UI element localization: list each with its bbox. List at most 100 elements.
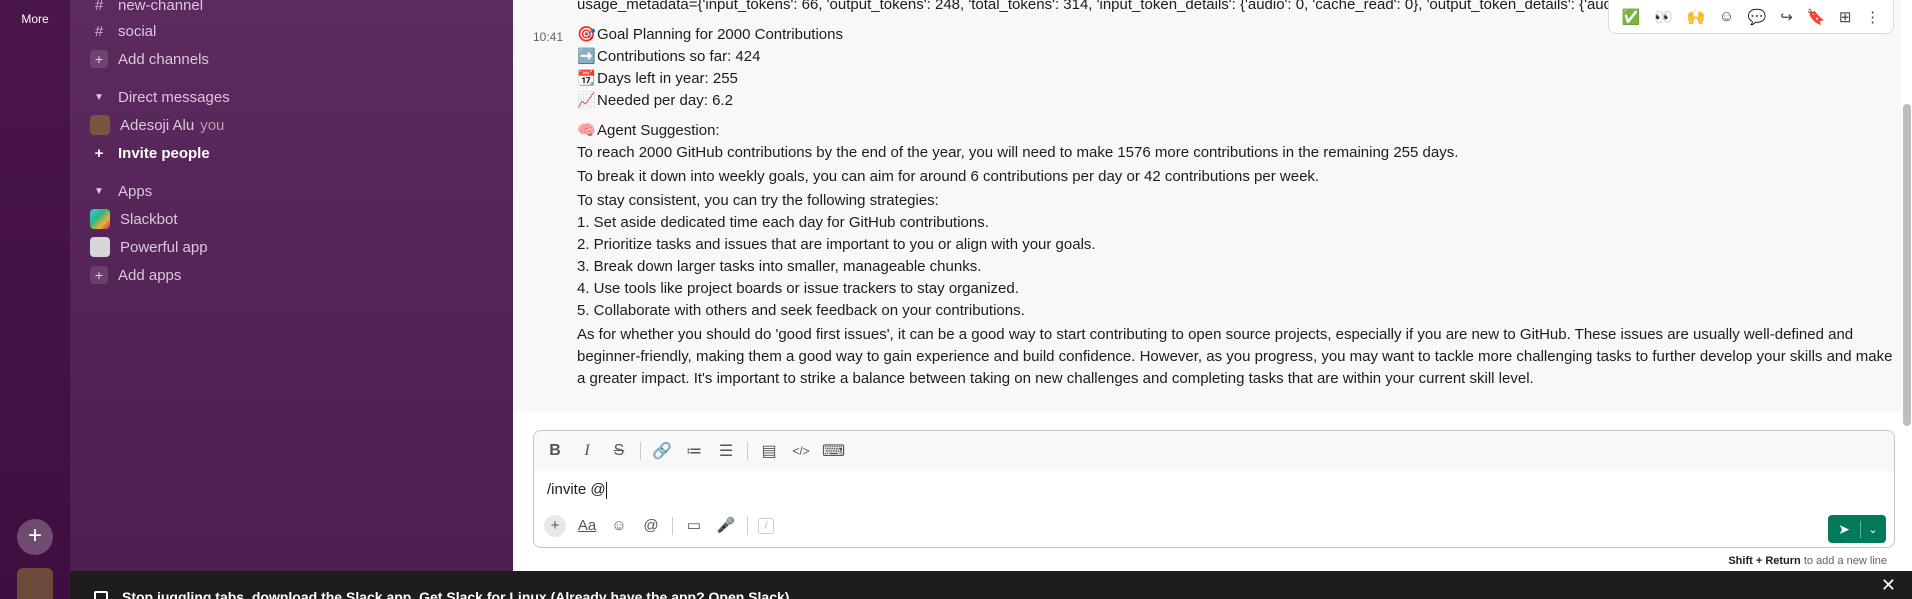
add-apps-label: Add apps xyxy=(118,266,182,284)
composer-actions: + Aa ☺ @ ▭ 🎤 / xyxy=(544,515,774,537)
brain-icon: 🧠 xyxy=(577,122,596,139)
paragraph: To stay consistent, you can try the foll… xyxy=(577,192,939,209)
dm-item-self[interactable]: Adesoji Alu you xyxy=(90,111,224,139)
checkbox-icon[interactable] xyxy=(94,591,108,599)
list-item: 4. Use tools like project boards or issu… xyxy=(577,280,1019,297)
user-avatar[interactable] xyxy=(17,568,53,599)
hint-key: Shift + Return xyxy=(1728,555,1801,567)
slash-command-icon[interactable]: / xyxy=(758,518,774,534)
check-reaction-icon[interactable]: ✅ xyxy=(1622,8,1641,26)
list-item: 2. Prioritize tasks and issues that are … xyxy=(577,236,1096,253)
message-composer: B I S 🔗 ≔ ☰ ▤ </> ⌨ /invite @ + Aa ☺ @ ▭… xyxy=(533,430,1895,548)
target-icon: 🎯 xyxy=(577,26,596,43)
paragraph: To reach 2000 GitHub contributions by th… xyxy=(577,144,1459,161)
add-channels-label: Add channels xyxy=(118,50,209,68)
plus-icon: + xyxy=(90,50,108,68)
arrow-right-icon: ➡️ xyxy=(577,48,596,65)
hash-icon: # xyxy=(94,22,104,40)
chevron-down-icon[interactable]: ⌄ xyxy=(1861,523,1885,536)
days-left: Days left in year: 255 xyxy=(597,70,738,87)
add-channels-button[interactable]: + Add channels xyxy=(90,45,209,73)
dm-user-name: Adesoji Alu xyxy=(120,116,195,134)
microphone-icon[interactable]: 🎤 xyxy=(715,515,737,537)
save-to-list-icon[interactable]: ⊞ xyxy=(1839,8,1852,26)
message-timestamp[interactable]: 10:41 xyxy=(533,26,563,48)
message-input[interactable]: /invite @ xyxy=(547,481,607,499)
message-line: 📆Days left in year: 255 xyxy=(577,68,1897,90)
formatting-toggle-icon[interactable]: Aa xyxy=(576,515,598,537)
app-label: Powerful app xyxy=(120,238,208,256)
paragraph: As for whether you should do 'good first… xyxy=(577,326,1893,387)
apps-header[interactable]: ▼ Apps xyxy=(90,177,152,205)
blockquote-icon[interactable]: ▤ xyxy=(758,441,780,461)
reply-thread-icon[interactable]: 💬 xyxy=(1748,8,1767,26)
newline-hint: Shift + Return to add a new line xyxy=(1728,555,1887,567)
hash-icon: # xyxy=(94,0,104,14)
more-button[interactable]: More xyxy=(0,12,70,26)
bold-icon[interactable]: B xyxy=(544,442,566,460)
message-title: Goal Planning for 2000 Contributions xyxy=(597,26,843,43)
section-label: Apps xyxy=(118,182,153,200)
code-icon[interactable]: </> xyxy=(790,444,812,458)
list-item: 5. Collaborate with others and seek feed… xyxy=(577,302,1025,319)
emoji-icon[interactable]: ☺ xyxy=(608,515,630,537)
bulleted-list-icon[interactable]: ☰ xyxy=(715,441,737,461)
attach-plus-icon[interactable]: + xyxy=(544,515,566,537)
more-actions-icon[interactable]: ⋮ xyxy=(1865,8,1880,26)
send-icon[interactable]: ➤ xyxy=(1828,520,1861,538)
message[interactable]: 10:41 🎯Goal Planning for 2000 Contributi… xyxy=(533,24,1897,390)
formatting-toolbar: B I S 🔗 ≔ ☰ ▤ </> ⌨ xyxy=(534,431,1894,471)
caret-down-icon: ▼ xyxy=(94,185,104,197)
invite-people-button[interactable]: + Invite people xyxy=(90,139,210,167)
app-label: Slackbot xyxy=(120,210,178,228)
forward-icon[interactable]: ↪ xyxy=(1780,8,1793,26)
plus-icon: + xyxy=(94,144,104,162)
contributions-so-far: Contributions so far: 424 xyxy=(597,48,761,65)
app-icon xyxy=(90,237,110,257)
invite-label: Invite people xyxy=(118,144,210,162)
app-item-powerful-app[interactable]: Powerful app xyxy=(90,233,208,261)
chart-up-icon: 📈 xyxy=(577,92,596,109)
close-icon[interactable]: ✕ xyxy=(1881,575,1896,596)
mention-icon[interactable]: @ xyxy=(640,515,662,537)
ordered-list-icon[interactable]: ≔ xyxy=(683,441,705,461)
section-label: Direct messages xyxy=(118,88,230,106)
new-item-button[interactable]: + xyxy=(17,519,53,555)
slackbot-icon xyxy=(90,209,110,229)
caret-down-icon: ▼ xyxy=(94,91,104,103)
channel-label: social xyxy=(118,22,157,40)
italic-icon[interactable]: I xyxy=(576,442,598,460)
sidebar-item-social[interactable]: # social xyxy=(90,17,157,45)
sidebar: # new-channel ✎ # social + Add channels … xyxy=(70,0,554,599)
scrollbar[interactable] xyxy=(1903,104,1911,426)
message-line: 🧠Agent Suggestion: xyxy=(577,120,1897,142)
direct-messages-header[interactable]: ▼ Direct messages xyxy=(90,83,230,111)
strikethrough-icon[interactable]: S xyxy=(608,442,630,460)
message-line: ➡️Contributions so far: 424 xyxy=(577,46,1897,68)
eyes-reaction-icon[interactable]: 👀 xyxy=(1654,8,1673,26)
app-item-slackbot[interactable]: Slackbot xyxy=(90,205,178,233)
calendar-icon: 📆 xyxy=(577,70,596,87)
banner-text[interactable]: Stop juggling tabs, download the Slack a… xyxy=(122,589,789,599)
add-reaction-icon[interactable]: ☺ xyxy=(1719,8,1734,25)
message-list: usage_metadata={'input_tokens': 66, 'out… xyxy=(513,0,1901,412)
avatar xyxy=(90,115,110,135)
raised-hands-reaction-icon[interactable]: 🙌 xyxy=(1687,8,1706,26)
download-banner: Stop juggling tabs, download the Slack a… xyxy=(70,571,1912,599)
code-block-icon[interactable]: ⌨ xyxy=(822,441,845,461)
input-value: /invite @ xyxy=(547,481,606,498)
workspace-rail: More + xyxy=(0,0,70,599)
message-actions-toolbar: ✅ 👀 🙌 ☺ 💬 ↪ 🔖 ⊞ ⋮ xyxy=(1608,0,1894,34)
channel-label: new-channel xyxy=(118,0,204,14)
link-icon[interactable]: 🔗 xyxy=(651,441,673,461)
list-item: 1. Set aside dedicated time each day for… xyxy=(577,214,989,231)
hint-text: to add a new line xyxy=(1800,555,1887,567)
add-apps-button[interactable]: + Add apps xyxy=(90,261,181,289)
list-item: 3. Break down larger tasks into smaller,… xyxy=(577,258,982,275)
you-label: you xyxy=(200,116,225,134)
plus-icon: + xyxy=(90,266,108,284)
paragraph: To break it down into weekly goals, you … xyxy=(577,168,1320,185)
bookmark-icon[interactable]: 🔖 xyxy=(1807,8,1826,26)
message-line: 📈Needed per day: 6.2 xyxy=(577,90,1897,112)
video-icon[interactable]: ▭ xyxy=(683,515,705,537)
